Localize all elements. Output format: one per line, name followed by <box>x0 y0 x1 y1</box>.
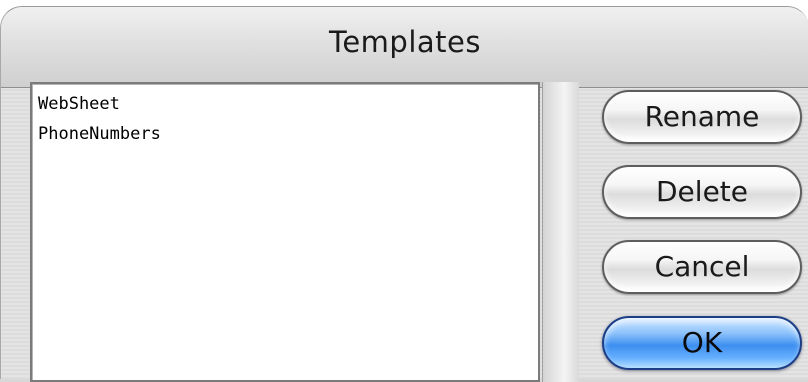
delete-button[interactable]: Delete <box>602 165 802 219</box>
cancel-button[interactable]: Cancel <box>602 240 802 294</box>
templates-list[interactable]: WebSheet PhoneNumbers <box>30 82 540 382</box>
ok-button[interactable]: OK <box>602 316 802 370</box>
list-item[interactable]: WebSheet <box>38 94 120 114</box>
window: Templates WebSheet PhoneNumbers Rename D… <box>0 0 808 382</box>
dialog-title: Templates <box>329 25 481 59</box>
title-bar[interactable]: Templates <box>1 7 808 88</box>
list-item[interactable]: PhoneNumbers <box>38 124 161 144</box>
rename-button[interactable]: Rename <box>602 90 802 144</box>
list-scrollbar[interactable] <box>542 82 579 382</box>
